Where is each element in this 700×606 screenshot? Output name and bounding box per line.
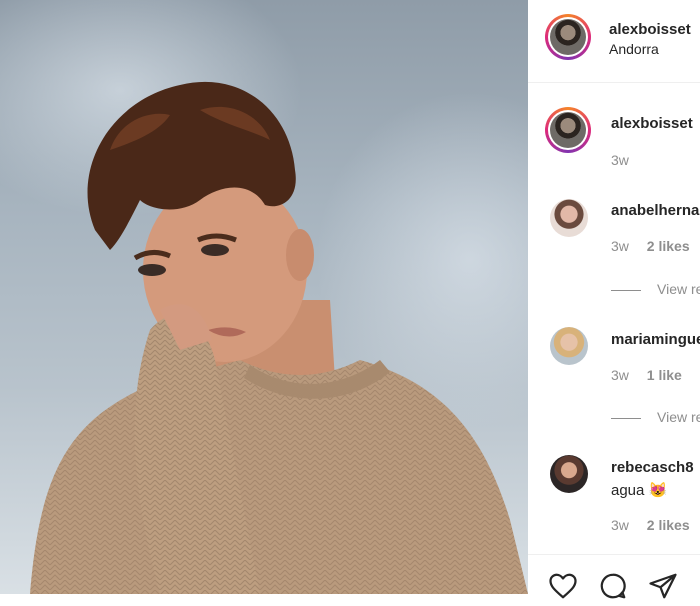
comment-avatar[interactable]: [550, 199, 588, 237]
comment-time[interactable]: 3w: [611, 367, 629, 383]
comment-avatar[interactable]: [550, 327, 588, 365]
replies-divider: [611, 417, 641, 419]
comment-time[interactable]: 3w: [611, 238, 629, 254]
action-bar: [528, 554, 700, 599]
post-header: alexboisset Andorra: [528, 0, 700, 83]
view-replies-label: View replies: [657, 409, 700, 425]
view-replies-label: View replies: [657, 281, 700, 297]
view-replies-button[interactable]: View replies: [611, 281, 700, 297]
comment-meta: 3w 1 like: [611, 367, 682, 383]
comment-meta: 3w 2 likes: [611, 517, 690, 533]
comment-likes[interactable]: 2 likes: [647, 238, 690, 254]
comment-username[interactable]: anabelhernandez: [611, 202, 700, 219]
caption-avatar[interactable]: [545, 107, 591, 153]
comment-likes[interactable]: 1 like: [647, 367, 682, 383]
caption-time[interactable]: 3w: [611, 152, 629, 168]
comment-username[interactable]: rebecasch8: [611, 459, 694, 476]
post-photo[interactable]: [0, 0, 528, 594]
caption-username[interactable]: alexboisset: [611, 115, 693, 132]
comment-meta: 3w 2 likes: [611, 238, 690, 254]
author-avatar[interactable]: [545, 14, 591, 60]
paper-plane-icon[interactable]: [648, 571, 678, 601]
header-username[interactable]: alexboisset: [609, 21, 691, 38]
comment-text: agua 😻: [611, 482, 668, 499]
view-replies-button[interactable]: View replies: [611, 409, 700, 425]
heart-icon[interactable]: [548, 571, 578, 601]
comment-username[interactable]: mariamingueza: [611, 331, 700, 348]
replies-divider: [611, 289, 641, 291]
header-location[interactable]: Andorra: [609, 41, 659, 57]
post-side-panel: alexboisset Andorra alexboisset 3w anabe…: [528, 0, 700, 599]
comment-icon[interactable]: [598, 571, 628, 601]
post-photo-illustration: [30, 81, 528, 594]
comment-time[interactable]: 3w: [611, 517, 629, 533]
comment-likes[interactable]: 2 likes: [647, 517, 690, 533]
comment-avatar[interactable]: [550, 455, 588, 493]
